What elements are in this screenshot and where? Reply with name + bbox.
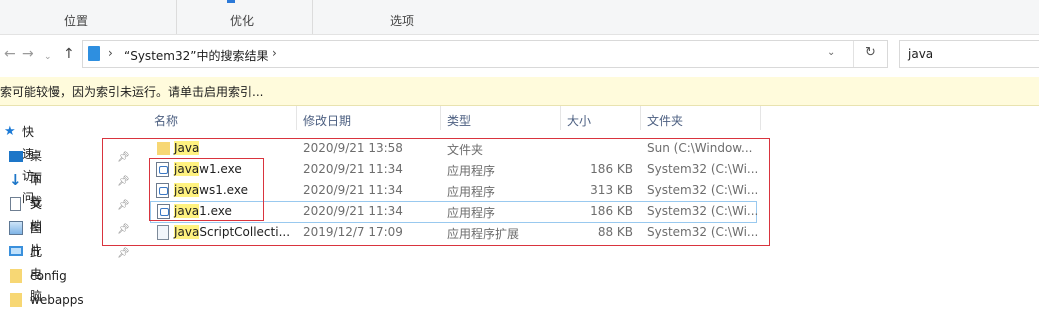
ribbon-group-location: 位置 — [64, 14, 89, 28]
annotation-box-inner — [149, 158, 264, 221]
ribbon-group-options: 选项 — [390, 14, 415, 28]
desktop-icon — [9, 151, 23, 162]
ribbon: 位置 优化 选项 — [0, 0, 1039, 35]
path-separator-icon[interactable]: › — [108, 46, 113, 60]
column-divider[interactable] — [440, 106, 441, 130]
column-header-type[interactable]: 类型 — [447, 112, 471, 129]
address-path[interactable]: “System32”中的搜索结果 — [124, 47, 268, 64]
search-input[interactable]: java — [908, 47, 933, 61]
sidebar-item-label: webapps — [30, 293, 84, 307]
folder-icon — [10, 269, 22, 283]
column-divider[interactable] — [640, 106, 641, 130]
forward-arrow-icon[interactable]: → — [22, 47, 34, 61]
divider — [853, 41, 854, 67]
address-dropdown-icon[interactable]: ⌄ — [827, 47, 835, 58]
indexing-info-bar[interactable]: 索可能较慢，因为索引未运行。请单击启用索引... — [0, 77, 1039, 106]
column-header-date[interactable]: 修改日期 — [303, 112, 351, 129]
download-icon: ↓ — [9, 171, 22, 189]
column-header-name[interactable]: 名称 — [154, 112, 178, 129]
up-arrow-icon[interactable]: ↑ — [63, 47, 75, 61]
ribbon-group-optimize: 优化 — [230, 14, 255, 28]
folder-icon — [10, 293, 22, 307]
column-header-size[interactable]: 大小 — [567, 112, 591, 129]
info-bar-text[interactable]: 索可能较慢，因为索引未运行。请单击启用索引... — [0, 83, 263, 100]
star-icon: ★ — [4, 124, 16, 139]
column-divider[interactable] — [760, 106, 761, 130]
path-separator-icon[interactable]: › — [272, 46, 277, 60]
pin-icon[interactable]: 📌︎ — [117, 248, 130, 260]
picture-icon — [9, 221, 23, 235]
refresh-icon[interactable]: ↻ — [865, 45, 876, 60]
back-arrow-icon[interactable]: ← — [4, 47, 16, 61]
document-icon — [10, 197, 21, 211]
column-divider[interactable] — [296, 106, 297, 130]
recent-dropdown-icon[interactable]: ⌄ — [44, 50, 52, 64]
computer-icon — [9, 246, 23, 256]
address-bar[interactable]: › “System32”中的搜索结果 › ⌄ ↻ — [82, 40, 888, 68]
ribbon-separator — [176, 0, 177, 34]
search-results-icon — [88, 46, 100, 61]
search-box[interactable]: java — [899, 40, 1039, 68]
column-header-folder[interactable]: 文件夹 — [647, 112, 683, 129]
ribbon-separator — [312, 0, 313, 34]
ribbon-marker — [227, 0, 235, 3]
column-divider[interactable] — [560, 106, 561, 130]
sidebar-item-label: config — [30, 269, 67, 283]
